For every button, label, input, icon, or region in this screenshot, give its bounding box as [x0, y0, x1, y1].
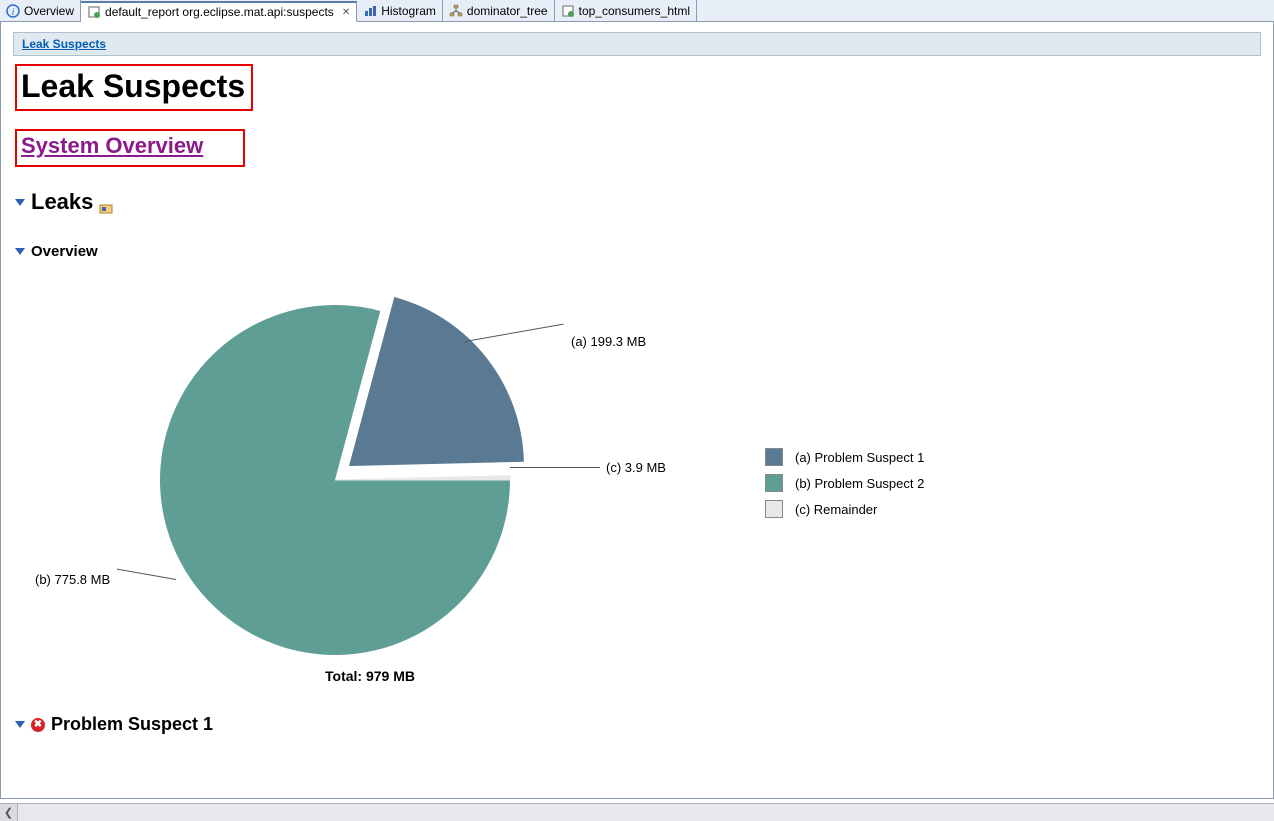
section-leaks-header[interactable]: Leaks [15, 189, 1259, 215]
legend-item-a: (a) Problem Suspect 1 [765, 448, 924, 466]
tab-label: default_report org.eclipse.mat.api:suspe… [105, 5, 334, 19]
chart-legend: (a) Problem Suspect 1 (b) Problem Suspec… [765, 440, 924, 526]
legend-label: (c) Remainder [795, 502, 877, 517]
system-overview-link[interactable]: System Overview [15, 129, 245, 167]
chevron-down-icon[interactable] [15, 199, 25, 206]
legend-item-c: (c) Remainder [765, 500, 924, 518]
svg-text:i: i [12, 7, 15, 18]
close-icon[interactable]: ✕ [338, 7, 350, 18]
histogram-icon [363, 4, 377, 18]
report-icon [87, 5, 101, 19]
swatch-icon [765, 474, 783, 492]
section-title: Overview [31, 243, 98, 260]
section-problem-suspect-1-header[interactable]: ✖ Problem Suspect 1 [15, 714, 1259, 735]
tab-histogram[interactable]: Histogram [357, 0, 443, 21]
tab-label: top_consumers_html [579, 4, 690, 18]
breadcrumb: Leak Suspects [13, 32, 1261, 56]
section-title: Leaks [31, 189, 93, 215]
callout-a: (a) 199.3 MB [465, 334, 646, 349]
info-icon: i [6, 4, 20, 18]
tree-icon [449, 4, 463, 18]
tab-dominator-tree[interactable]: dominator_tree [443, 0, 555, 21]
legend-label: (b) Problem Suspect 2 [795, 476, 924, 491]
error-icon: ✖ [31, 718, 45, 732]
swatch-icon [765, 500, 783, 518]
scroll-left-arrow-icon[interactable]: ❮ [0, 804, 18, 821]
horizontal-scrollbar[interactable]: ❮ [0, 803, 1274, 821]
breadcrumb-link[interactable]: Leak Suspects [22, 37, 106, 51]
tab-label: dominator_tree [467, 4, 548, 18]
callout-label: (a) 199.3 MB [571, 334, 646, 349]
leak-icon [99, 195, 113, 209]
chevron-down-icon[interactable] [15, 248, 25, 255]
chevron-down-icon[interactable] [15, 721, 25, 728]
legend-label: (a) Problem Suspect 1 [795, 450, 924, 465]
editor-tab-bar: i Overview default_report org.eclipse.ma… [0, 0, 1274, 22]
tab-overview[interactable]: i Overview [0, 0, 81, 21]
editor-content: Leak Suspects Leak Suspects System Overv… [0, 22, 1274, 799]
section-overview-header[interactable]: Overview [15, 243, 1259, 260]
pie-slice-c [335, 476, 510, 480]
callout-b: (b) 775.8 MB [35, 572, 176, 587]
tab-top-consumers[interactable]: top_consumers_html [555, 0, 697, 21]
section-title: Problem Suspect 1 [51, 714, 213, 735]
legend-item-b: (b) Problem Suspect 2 [765, 474, 924, 492]
tab-default-report[interactable]: default_report org.eclipse.mat.api:suspe… [81, 1, 357, 22]
callout-c: (c) 3.9 MB [510, 460, 666, 475]
page-title: Leak Suspects [15, 64, 253, 111]
callout-label: (c) 3.9 MB [606, 460, 666, 475]
swatch-icon [765, 448, 783, 466]
chart-total: Total: 979 MB [325, 668, 415, 684]
tab-label: Histogram [381, 4, 436, 18]
tab-label: Overview [24, 4, 74, 18]
callout-label: (b) 775.8 MB [35, 572, 110, 587]
report-icon [561, 4, 575, 18]
pie-chart: (a) 199.3 MB (c) 3.9 MB (b) 775.8 MB Tot… [15, 270, 1259, 690]
